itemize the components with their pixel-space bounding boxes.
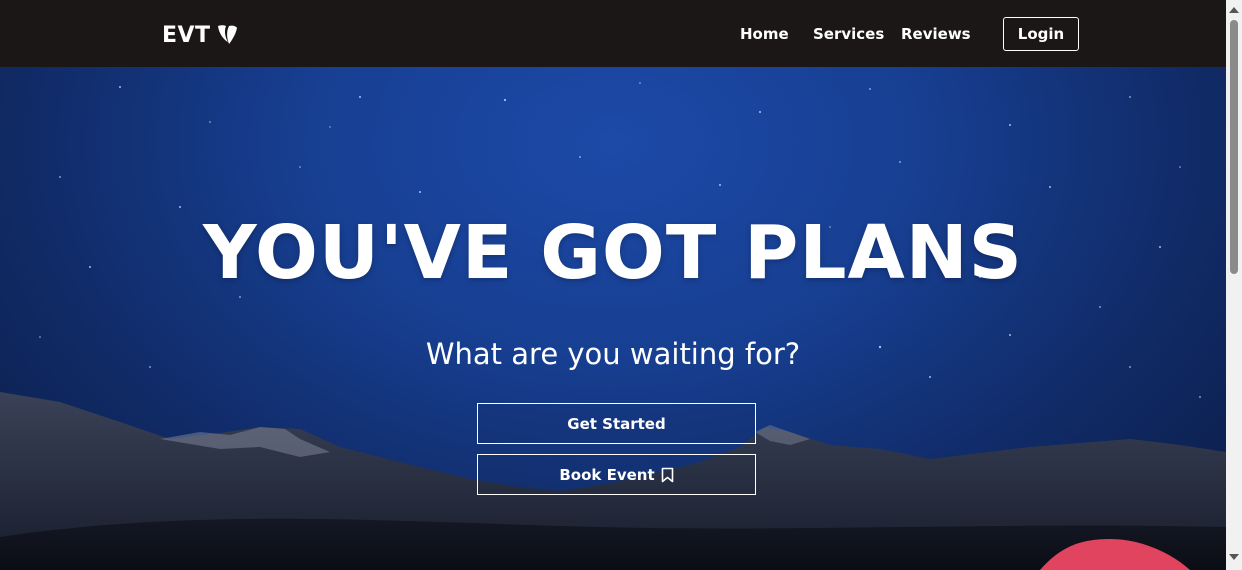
hero-subtitle: What are you waiting for?: [425, 337, 801, 371]
book-event-button[interactable]: Book Event: [477, 454, 756, 495]
scrollbar-thumb[interactable]: [1230, 20, 1238, 274]
nav-link-reviews[interactable]: Reviews: [901, 25, 971, 43]
typo3-logo-icon: [217, 25, 237, 44]
scroll-up-arrow-icon[interactable]: [1229, 7, 1239, 13]
bookmark-icon: [661, 467, 673, 482]
nav-link-services[interactable]: Services: [813, 25, 884, 43]
get-started-label: Get Started: [567, 414, 666, 433]
nav-link-home[interactable]: Home: [740, 25, 789, 43]
top-navbar: EVT Home Services Reviews Login: [0, 0, 1226, 67]
scroll-down-arrow-icon[interactable]: [1229, 554, 1239, 560]
hero-section: YOU'VE GOT PLANS What are you waiting fo…: [0, 67, 1226, 570]
brand-logo[interactable]: EVT: [162, 20, 239, 50]
vertical-scrollbar[interactable]: [1226, 0, 1242, 570]
get-started-button[interactable]: Get Started: [477, 403, 756, 444]
login-button[interactable]: Login: [1003, 17, 1079, 51]
brand-name: EVT: [162, 22, 211, 48]
book-event-label: Book Event: [559, 465, 655, 484]
hero-title: YOU'VE GOT PLANS: [203, 210, 1023, 296]
